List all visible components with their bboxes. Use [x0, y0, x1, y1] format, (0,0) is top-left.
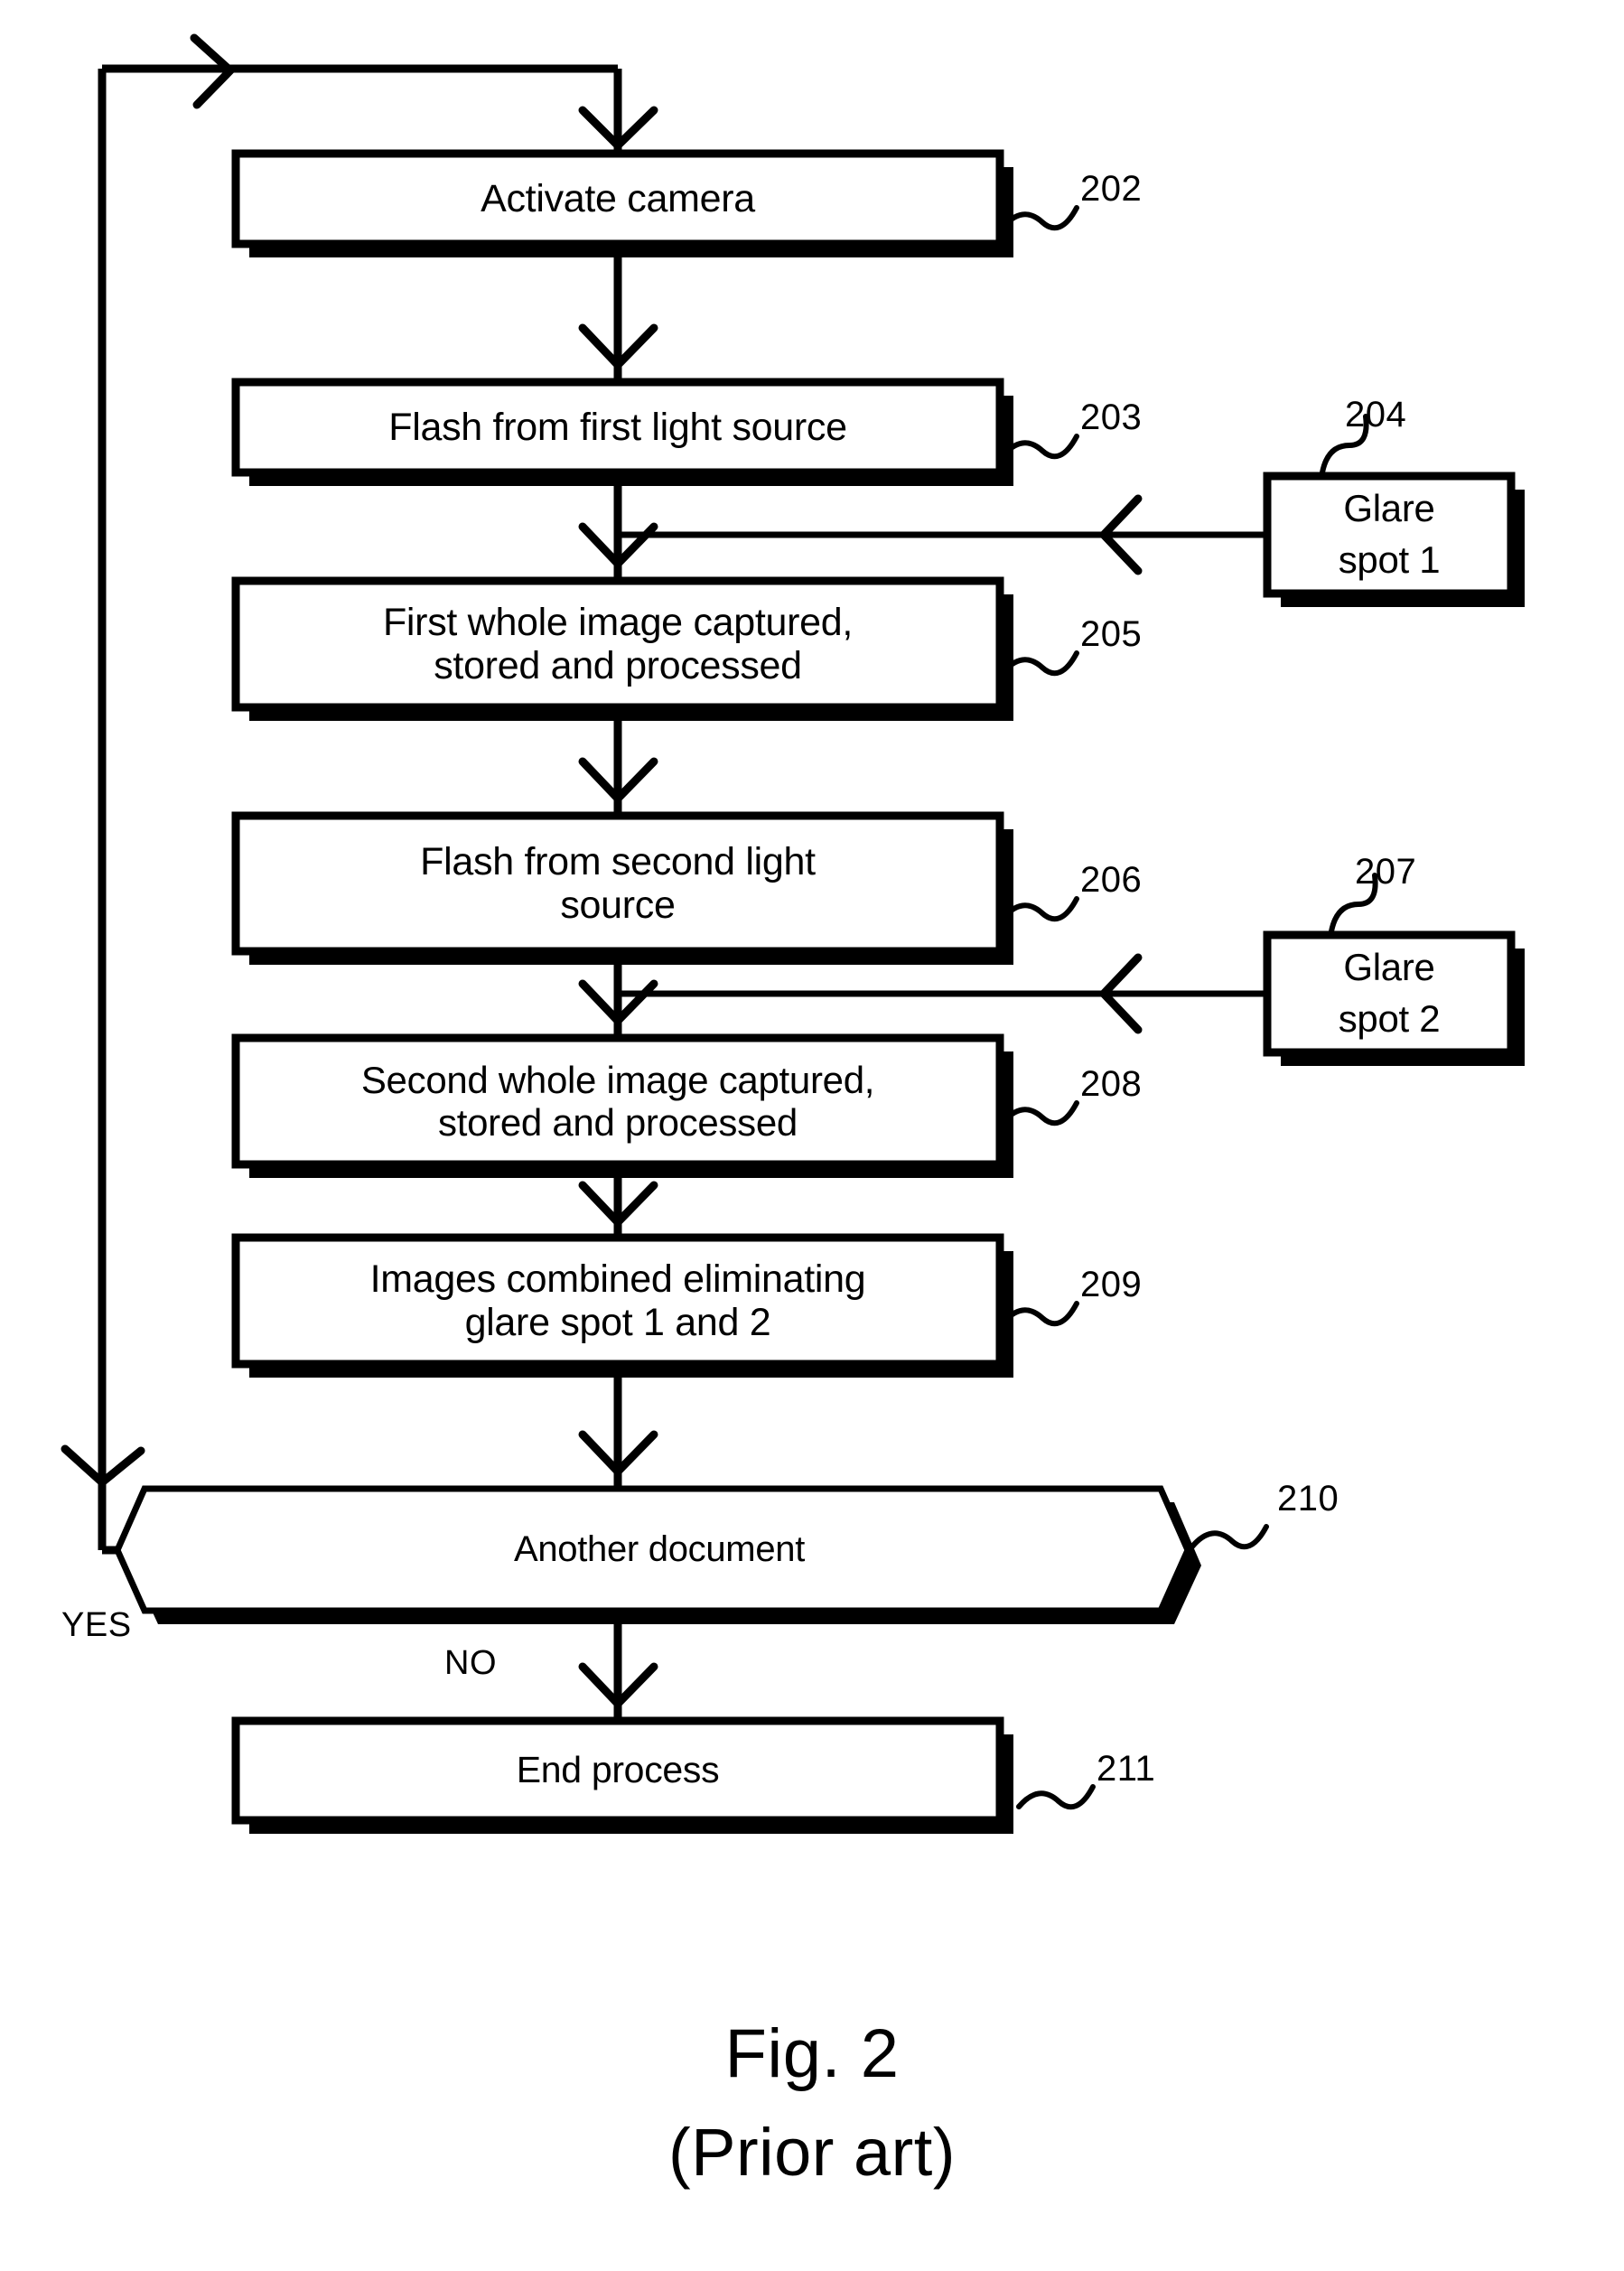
node-flash-second-light-source[interactable] — [231, 811, 1013, 965]
ref-label-202: 202 — [1080, 169, 1143, 209]
node-flash-first-light-source[interactable] — [231, 378, 1013, 486]
edge-label-no: NO — [444, 1644, 497, 1682]
node-glare-spot-1[interactable] — [1263, 472, 1525, 607]
ref-label-210: 210 — [1277, 1479, 1339, 1519]
figure-caption-line1: Fig. 2 — [724, 2015, 900, 2092]
ref-label-211: 211 — [1097, 1749, 1156, 1789]
ref-label-204: 204 — [1345, 395, 1407, 435]
ref-label-209: 209 — [1080, 1265, 1143, 1304]
figure-root: Activate camera Flash from first light s… — [0, 0, 1624, 2271]
node-another-document[interactable] — [114, 1485, 1201, 1624]
node-activate-camera[interactable] — [231, 149, 1013, 257]
node-second-whole-image[interactable] — [231, 1033, 1013, 1178]
node-end-process[interactable] — [231, 1716, 1013, 1834]
node-glare-spot-2[interactable] — [1263, 930, 1525, 1066]
ref-label-206: 206 — [1080, 860, 1143, 900]
glare-spot-2-connector — [618, 953, 1267, 1034]
node-first-whole-image[interactable] — [231, 576, 1013, 721]
glare-spot-1-connector — [618, 494, 1267, 575]
figure-caption-line2: (Prior art) — [668, 2115, 956, 2190]
ref-label-208: 208 — [1080, 1064, 1143, 1104]
node-images-combined[interactable] — [231, 1233, 1013, 1378]
flowchart-canvas — [61, 33, 1525, 1834]
edge-label-yes: YES — [61, 1606, 132, 1644]
ref-label-205: 205 — [1080, 614, 1143, 654]
ref-label-207: 207 — [1355, 852, 1417, 892]
ref-label-203: 203 — [1080, 397, 1143, 437]
